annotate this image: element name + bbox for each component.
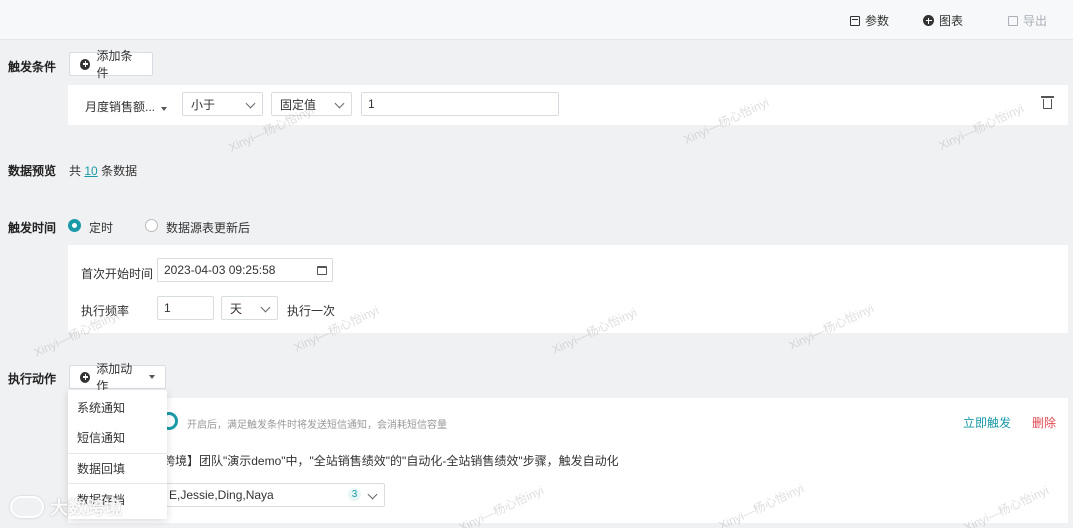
menu-item-system-notify[interactable]: 系统通知: [68, 392, 167, 422]
chevron-down-icon: [334, 98, 345, 109]
action-label: 执行动作: [8, 372, 57, 386]
add-condition-label: 添加条件: [96, 49, 133, 80]
logo-icon: [10, 496, 44, 518]
preview-count-link[interactable]: 10: [84, 164, 97, 178]
frequency-unit-select[interactable]: 天: [221, 296, 278, 320]
menu-item-sms-notify[interactable]: 短信通知: [68, 422, 167, 452]
start-time-value: 2023-04-03 09:25:58: [164, 263, 276, 277]
preview-summary: 共 10 条数据: [69, 162, 137, 179]
value-type-select[interactable]: 固定值: [271, 92, 352, 116]
export-icon: [1008, 15, 1018, 26]
caret-down-icon: [161, 107, 168, 111]
params-button[interactable]: 参数: [850, 12, 889, 29]
calendar-icon[interactable]: [317, 266, 327, 275]
delete-condition-icon[interactable]: [1041, 96, 1054, 109]
recipient-count-badge: 3: [348, 488, 361, 501]
trigger-time-label: 触发时间: [8, 221, 57, 235]
trigger-now-link[interactable]: 立即触发: [963, 414, 1011, 431]
add-chart-icon: [923, 15, 934, 26]
preview-prefix: 共: [69, 164, 82, 178]
action-hint: 开启后，满足触发条件时将发送短信通知，会消耗短信容量: [187, 420, 447, 431]
preview-label: 数据预览: [8, 164, 57, 178]
recipients-value: E,Jessie,Ding,Naya: [169, 488, 274, 502]
action-message: 跨境】团队"演示demo"中，"全站销售绩效"的"自动化-全站销售绩效"步骤，触…: [163, 454, 619, 468]
radio-source-update-label: 数据源表更新后: [166, 221, 251, 235]
add-icon: [80, 58, 91, 70]
caret-down-icon: [149, 375, 155, 379]
chevron-down-icon: [260, 302, 271, 313]
condition-label: 触发条件: [8, 60, 57, 74]
frequency-label: 执行频率: [81, 304, 130, 318]
add-action-label: 添加动作: [96, 362, 133, 393]
start-time-input[interactable]: 2023-04-03 09:25:58: [157, 258, 333, 282]
condition-field-select[interactable]: 月度销售额...: [85, 98, 168, 115]
top-toolbar: 参数 图表 导出: [0, 0, 1073, 40]
radio-timed-label: 定时: [89, 221, 114, 235]
chevron-down-icon: [245, 98, 256, 109]
params-icon: [850, 15, 860, 26]
condition-value-input[interactable]: 1: [361, 92, 559, 116]
brand-logo: 大数跨境: [10, 494, 122, 520]
chart-button[interactable]: 图表: [923, 12, 963, 29]
delete-action-link[interactable]: 删除: [1032, 414, 1056, 431]
preview-suffix: 条数据: [101, 164, 138, 178]
radio-timed[interactable]: [68, 219, 81, 232]
params-label: 参数: [865, 14, 890, 28]
chart-label: 图表: [939, 14, 964, 28]
condition-value: 1: [368, 97, 375, 111]
export-button[interactable]: 导出: [1008, 12, 1047, 29]
radio-source-update[interactable]: [145, 219, 158, 232]
export-label: 导出: [1023, 14, 1048, 28]
condition-field-label: 月度销售额...: [85, 100, 156, 114]
chevron-down-icon: [367, 489, 378, 500]
frequency-suffix: 执行一次: [287, 304, 336, 318]
logo-text: 大数跨境: [50, 498, 122, 518]
frequency-value: 1: [164, 301, 171, 315]
frequency-unit-value: 天: [230, 301, 243, 316]
operator-select[interactable]: 小于: [182, 92, 263, 116]
start-time-label: 首次开始时间: [81, 267, 154, 281]
operator-value: 小于: [191, 97, 216, 112]
value-type-value: 固定值: [280, 97, 317, 112]
add-icon: [80, 371, 91, 383]
add-condition-button[interactable]: 添加条件: [69, 49, 153, 80]
add-action-button[interactable]: 添加动作: [69, 362, 166, 393]
frequency-input[interactable]: 1: [157, 296, 214, 320]
menu-item-data-backfill[interactable]: 数据回填: [68, 453, 167, 483]
